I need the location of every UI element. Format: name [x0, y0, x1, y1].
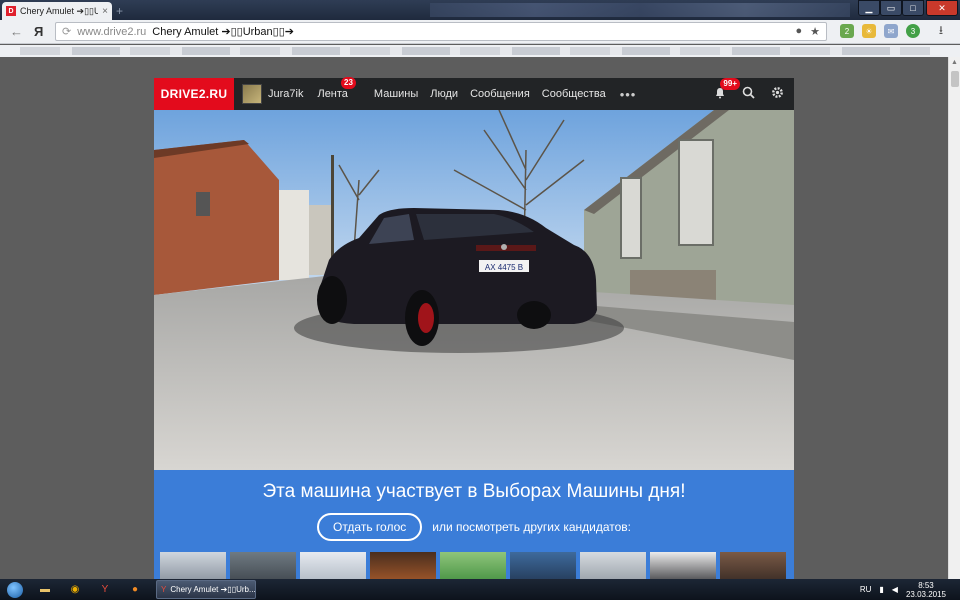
tray-network-icon[interactable]: ▮ — [879, 585, 883, 594]
candidate-thumbnail[interactable] — [230, 552, 296, 579]
candidate-thumbnail[interactable] — [510, 552, 576, 579]
yandex-app-icon[interactable]: Y — [90, 579, 120, 600]
ext-badge: 2 — [844, 26, 850, 36]
extension-weather-icon[interactable]: ☀ — [862, 24, 876, 38]
nav-feed[interactable]: Лента 23 — [317, 77, 356, 100]
candidate-thumbnail[interactable] — [160, 552, 226, 579]
start-button[interactable] — [0, 579, 30, 600]
scroll-thumb[interactable] — [951, 71, 959, 87]
mail-icon[interactable]: ✉ — [884, 24, 898, 38]
taskbar-browser-task[interactable]: Y Chery Amulet ➔▯▯Urb... — [156, 580, 256, 599]
download-icon[interactable]: ⭳ — [934, 23, 948, 38]
license-plate-text: AX 4475 B — [485, 263, 523, 272]
search-icon[interactable] — [742, 86, 755, 102]
restore-button[interactable]: ▭ — [880, 0, 902, 16]
clock-time: 8:53 — [918, 580, 934, 590]
nav-feed-label: Лента — [317, 88, 348, 100]
drive2-page: DRIVE2.RU Jura7ik Лента 23 Машины Люди С… — [154, 77, 794, 579]
firefox-icon[interactable]: ● — [120, 579, 150, 600]
settings-gear-icon[interactable] — [771, 86, 784, 102]
site-header: DRIVE2.RU Jura7ik Лента 23 Машины Люди С… — [154, 77, 794, 110]
user-avatar[interactable] — [242, 84, 262, 104]
candidate-thumbnail[interactable] — [580, 552, 646, 579]
windows-orb-icon — [7, 581, 23, 598]
language-indicator[interactable]: RU — [860, 585, 872, 594]
url-host: www.drive2.ru — [77, 25, 147, 38]
site-logo[interactable]: DRIVE2.RU — [154, 78, 234, 110]
nav-communities[interactable]: Сообщества — [542, 88, 606, 100]
tab-close-icon[interactable]: × — [102, 6, 108, 17]
windows-taskbar: ▬ ◉ Y ● Y Chery Amulet ➔▯▯Urb... RU ▮ ◀ … — [0, 579, 960, 600]
page-viewport: DRIVE2.RU Jura7ik Лента 23 Машины Люди С… — [0, 57, 948, 579]
url-page-title: Chery Amulet ➔▯▯Urban▯▯➔ — [152, 26, 294, 38]
candidate-thumbnail[interactable] — [720, 552, 786, 579]
back-icon[interactable]: ← — [10, 24, 23, 39]
vote-title: Эта машина участвует в Выборах Машины дн… — [262, 481, 686, 502]
extension-shield-icon[interactable]: 2 — [840, 24, 854, 38]
new-tab-icon[interactable]: + — [116, 4, 123, 18]
ext-badge: 3 — [910, 26, 916, 36]
refresh-icon[interactable]: ⟳ — [62, 25, 71, 38]
maximize-button[interactable]: □ — [902, 0, 924, 16]
taskbar-task-title: Chery Amulet ➔▯▯Urb... — [170, 585, 256, 594]
system-tray: RU ▮ ◀ 8:53 23.03.2015 — [860, 581, 960, 599]
clock-date: 23.03.2015 — [905, 589, 946, 599]
candidate-thumbnail[interactable] — [300, 552, 366, 579]
notifications-badge: 99+ — [720, 77, 740, 90]
protect-icon[interactable]: ● — [795, 25, 802, 38]
yandex-browser-icon: Y — [161, 585, 167, 594]
bookmarks-bar — [0, 45, 960, 57]
yandex-icon[interactable]: Я — [34, 24, 43, 39]
address-bar[interactable]: ⟳ www.drive2.ru Chery Amulet ➔▯▯Urban▯▯➔… — [55, 22, 827, 41]
blurred-tabs-area — [430, 3, 850, 17]
user-name[interactable]: Jura7ik — [268, 88, 303, 100]
candidate-thumbnail[interactable] — [650, 552, 716, 579]
chrome-icon[interactable]: ◉ — [60, 579, 90, 600]
nav-people[interactable]: Люди — [430, 88, 458, 100]
extension-counter-icon[interactable]: 3 — [906, 24, 920, 38]
page-scrollbar[interactable]: ▲ — [948, 57, 960, 579]
close-window-button[interactable]: ✕ — [926, 0, 958, 16]
vote-other-text: или посмотреть других кандидатов: — [432, 520, 631, 534]
more-menu-icon[interactable]: ••• — [620, 87, 637, 102]
nav-messages[interactable]: Сообщения — [470, 88, 530, 100]
tab-title: Chery Amulet ➔▯▯Urba — [20, 5, 99, 16]
candidate-thumbnail[interactable] — [370, 552, 436, 579]
clock[interactable]: 8:53 23.03.2015 — [906, 581, 946, 599]
browser-titlebar: D Chery Amulet ➔▯▯Urba × + ▁ ▭ □ ✕ — [0, 0, 960, 20]
drive2-favicon-icon: D — [6, 6, 16, 16]
tray-volume-icon[interactable]: ◀ — [892, 585, 898, 594]
scroll-up-icon[interactable]: ▲ — [951, 59, 958, 66]
browser-tab[interactable]: D Chery Amulet ➔▯▯Urba × — [2, 2, 112, 20]
notifications-bell-icon[interactable]: 99+ — [714, 77, 740, 102]
explorer-icon[interactable]: ▬ — [30, 579, 60, 600]
car-photo[interactable]: AX 4475 B — [154, 110, 794, 470]
minimize-button[interactable]: ▁ — [858, 0, 880, 16]
feed-count-badge: 23 — [341, 77, 356, 89]
candidate-thumbnail[interactable] — [440, 552, 506, 579]
bookmark-star-icon[interactable]: ★ — [810, 25, 820, 38]
car-of-day-vote-banner: Эта машина участвует в Выборах Машины дн… — [154, 470, 794, 579]
vote-button[interactable]: Отдать голос — [317, 513, 423, 541]
candidate-thumbnails — [160, 552, 786, 579]
nav-cars[interactable]: Машины — [374, 88, 418, 100]
